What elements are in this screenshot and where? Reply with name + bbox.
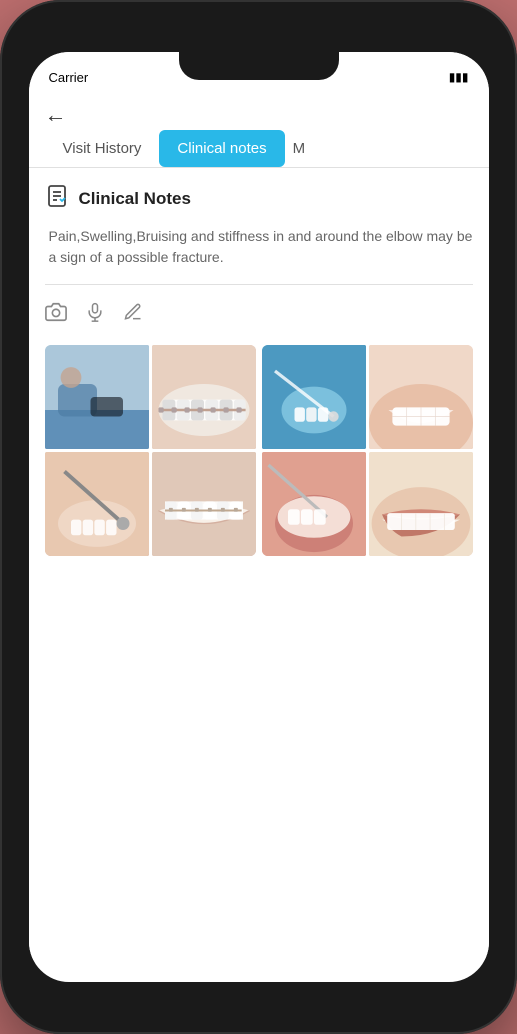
- notch: [179, 52, 339, 80]
- photo-dental-exam2[interactable]: [262, 452, 366, 556]
- photo-group-right: [262, 345, 473, 556]
- media-toolbar: [45, 301, 473, 329]
- photo-teeth-braces[interactable]: [152, 345, 256, 449]
- battery-icon: ▮▮▮: [449, 70, 469, 84]
- microphone-icon[interactable]: [85, 301, 105, 329]
- photo-dentist-chair[interactable]: [45, 345, 149, 449]
- phone-screen: Carrier ▮▮▮ ← Visit History Clinical not…: [29, 52, 489, 982]
- pencil-icon[interactable]: [123, 302, 143, 328]
- tabs-bar: Visit History Clinical notes M: [29, 126, 489, 168]
- notes-text: Pain,Swelling,Bruising and stiffness in …: [45, 226, 473, 268]
- status-right: ▮▮▮: [449, 70, 469, 84]
- tab-more[interactable]: M: [285, 130, 314, 167]
- content-area: Clinical Notes Pain,Swelling,Bruising an…: [29, 168, 489, 960]
- photo-group-left: [45, 345, 256, 556]
- tab-visit-history[interactable]: Visit History: [45, 130, 160, 167]
- phone-frame: Carrier ▮▮▮ ← Visit History Clinical not…: [0, 0, 517, 1034]
- tab-clinical-notes[interactable]: Clinical notes: [159, 130, 284, 167]
- section-title: Clinical Notes: [79, 189, 191, 209]
- photo-dental-tool[interactable]: [45, 452, 149, 556]
- section-header: Clinical Notes: [45, 184, 473, 214]
- clinical-notes-icon: [45, 184, 69, 214]
- photo-smile2[interactable]: [369, 452, 473, 556]
- header-nav: ←: [29, 96, 489, 126]
- back-button[interactable]: ←: [45, 104, 67, 126]
- divider: [45, 284, 473, 285]
- carrier-label: Carrier: [49, 70, 89, 85]
- photo-smile1[interactable]: [369, 345, 473, 449]
- camera-icon[interactable]: [45, 301, 67, 329]
- photo-grid: [45, 345, 473, 556]
- photo-braces2[interactable]: [152, 452, 256, 556]
- photo-dental-exam1[interactable]: [262, 345, 366, 449]
